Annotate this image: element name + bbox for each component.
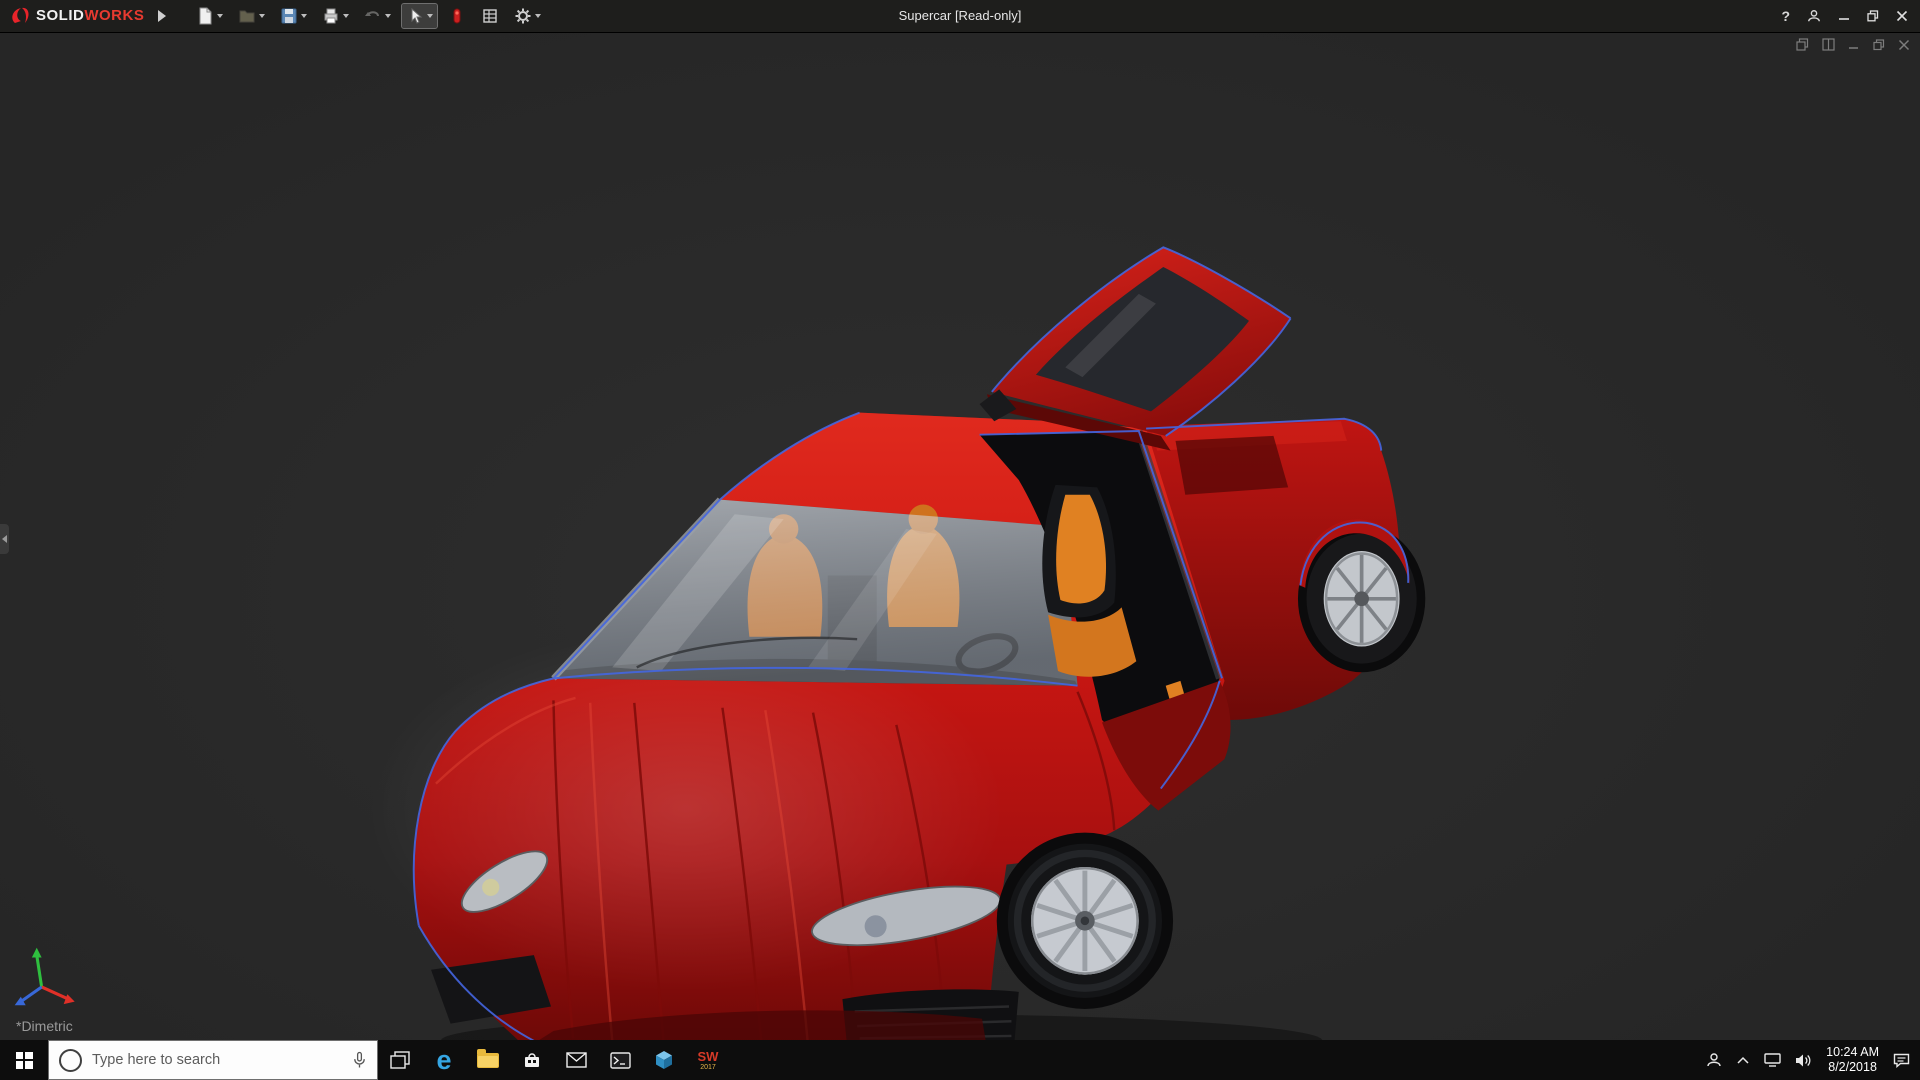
dassault-systemes-icon [8, 6, 32, 26]
options-button[interactable] [510, 4, 545, 28]
select-button[interactable] [402, 4, 437, 28]
people-button[interactable] [1706, 1040, 1722, 1080]
command-prompt-button[interactable] [598, 1040, 642, 1080]
microphone-icon[interactable] [352, 1051, 367, 1069]
open-button[interactable] [234, 4, 269, 28]
store-bag-icon [522, 1050, 542, 1070]
network-button[interactable] [1764, 1040, 1781, 1080]
doc-close-button[interactable] [1898, 38, 1910, 56]
task-view-icon [390, 1051, 410, 1069]
logo-text-solid: SOLID [36, 7, 84, 24]
file-explorer-icon [477, 1053, 499, 1068]
save-button[interactable] [276, 4, 311, 28]
minimize-icon [1838, 10, 1850, 22]
minimize-button[interactable] [1838, 10, 1850, 22]
undo-arrow-icon [364, 7, 382, 25]
solidworks-logo: SOLIDWORKS [0, 6, 144, 26]
new-document-button[interactable] [192, 4, 227, 28]
dropdown-caret-icon[interactable] [343, 14, 349, 18]
user-icon [1807, 9, 1821, 23]
tray-expand-button[interactable] [1736, 1040, 1750, 1080]
dropdown-caret-icon[interactable] [259, 14, 265, 18]
volume-button[interactable] [1795, 1040, 1812, 1080]
solidworks-2017-icon: SW 2017 [698, 1050, 719, 1071]
print-icon [322, 7, 340, 25]
search-input[interactable] [90, 1051, 344, 1069]
doc-minimize-button[interactable] [1848, 38, 1860, 56]
network-icon [1764, 1053, 1781, 1067]
doc-restore-icon [1873, 39, 1885, 51]
cortana-icon[interactable] [59, 1049, 82, 1072]
dropdown-caret-icon[interactable] [385, 14, 391, 18]
taskbar-clock[interactable]: 10:24 AM 8/2/2018 [1826, 1045, 1879, 1075]
mail-button[interactable] [554, 1040, 598, 1080]
sw-letters: SW [698, 1050, 719, 1063]
notification-icon [1893, 1053, 1910, 1068]
taskbar-search[interactable] [48, 1040, 378, 1080]
maximize-button[interactable] [1867, 10, 1879, 22]
print-button[interactable] [318, 4, 353, 28]
people-icon [1706, 1052, 1722, 1068]
help-button[interactable]: ? [1781, 8, 1790, 24]
windows-logo-icon [16, 1052, 33, 1069]
open-folder-icon [238, 7, 256, 25]
save-floppy-icon [280, 7, 298, 25]
file-properties-icon [481, 7, 499, 25]
undo-button[interactable] [360, 4, 395, 28]
dropdown-caret-icon[interactable] [301, 14, 307, 18]
edge-button[interactable]: e [422, 1040, 466, 1080]
rebuild-button[interactable] [444, 4, 470, 28]
command-prompt-icon [610, 1052, 631, 1069]
tile-windows-icon [1822, 38, 1835, 51]
document-title: Supercar [Read-only] [899, 0, 1022, 32]
dropdown-caret-icon[interactable] [535, 14, 541, 18]
menu-flyout-arrow-icon[interactable] [158, 10, 166, 22]
file-explorer-button[interactable] [466, 1040, 510, 1080]
dropdown-caret-icon[interactable] [427, 14, 433, 18]
panel-collapse-tab[interactable] [0, 524, 9, 554]
login-button[interactable] [1807, 9, 1821, 23]
clock-time: 10:24 AM [1826, 1045, 1879, 1060]
edrawings-button[interactable] [642, 1040, 686, 1080]
close-button[interactable] [1896, 10, 1908, 22]
restore-icon [1867, 10, 1879, 22]
edrawings-icon [654, 1050, 674, 1070]
solidworks-taskbar-button[interactable]: SW 2017 [686, 1040, 730, 1080]
view-orientation-label: *Dimetric [16, 1018, 73, 1034]
sw-year: 2017 [700, 1064, 716, 1071]
edge-icon: e [436, 1047, 451, 1074]
app-titlebar: SOLIDWORKS [0, 0, 1920, 33]
doc-minimize-icon [1848, 39, 1860, 51]
action-center-button[interactable] [1893, 1040, 1910, 1080]
task-view-button[interactable] [378, 1040, 422, 1080]
file-properties-button[interactable] [477, 4, 503, 28]
rebuild-traffic-light-icon [448, 7, 466, 25]
start-button[interactable] [0, 1040, 48, 1080]
dropdown-caret-icon[interactable] [217, 14, 223, 18]
options-gear-icon [514, 7, 532, 25]
doc-restore-button[interactable] [1873, 38, 1885, 56]
store-button[interactable] [510, 1040, 554, 1080]
close-icon [1896, 10, 1908, 22]
tile-windows-button[interactable] [1822, 38, 1835, 56]
front-wheel[interactable] [997, 833, 1173, 1009]
system-tray: 10:24 AM 8/2/2018 [1706, 1040, 1920, 1080]
clock-date: 8/2/2018 [1826, 1060, 1879, 1075]
chevron-left-icon [2, 535, 7, 543]
doc-close-icon [1898, 39, 1910, 51]
chevron-up-icon [1736, 1055, 1750, 1065]
quick-access-toolbar [192, 4, 545, 28]
new-document-icon [196, 7, 214, 25]
select-cursor-icon [406, 7, 424, 25]
document-window-controls [1796, 38, 1910, 56]
cascade-windows-icon [1796, 38, 1809, 51]
cascade-windows-button[interactable] [1796, 38, 1809, 56]
mail-icon [566, 1052, 587, 1068]
speaker-icon [1795, 1053, 1812, 1068]
logo-text-works: WORKS [84, 7, 144, 24]
3d-viewport[interactable] [0, 0, 1920, 1080]
windows-taskbar: e SW 2017 [0, 1040, 1920, 1080]
